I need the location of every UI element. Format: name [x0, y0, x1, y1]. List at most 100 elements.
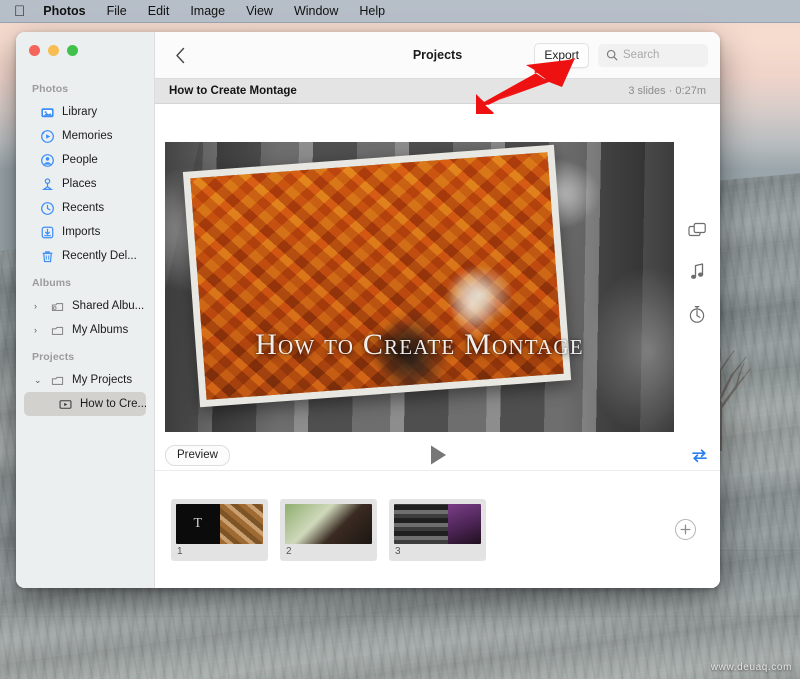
sidebar: Photos Library Memories People Places Re…: [16, 32, 155, 588]
sidebar-item-memories[interactable]: Memories: [24, 124, 146, 148]
project-title: How to Create Montage: [169, 85, 297, 97]
add-circle-icon: [680, 524, 691, 535]
sidebar-item-label: Places: [62, 178, 97, 190]
watermark: www.deuaq.com: [710, 662, 792, 673]
export-button[interactable]: Export: [534, 42, 589, 68]
slide-photo-panel: [285, 503, 372, 544]
slide-title-panel: T: [176, 503, 220, 544]
menu-item-edit[interactable]: Edit: [148, 4, 170, 18]
slide-thumbnail: T: [176, 503, 263, 544]
slide-photo-panel: [447, 503, 481, 544]
slide-photo-panel: [219, 503, 263, 544]
list-item[interactable]: 3: [389, 498, 486, 561]
menu-item-view[interactable]: View: [246, 4, 273, 18]
slide-number: 1: [177, 545, 183, 557]
menu-item-help[interactable]: Help: [359, 4, 385, 18]
menu-item-image[interactable]: Image: [190, 4, 225, 18]
zoom-button[interactable]: [67, 45, 78, 56]
slide-thumbnail: [285, 503, 372, 544]
stage: How to Create Montage Preview T 1 2 3: [155, 104, 720, 588]
play-button[interactable]: [425, 442, 451, 468]
window-controls: [29, 45, 78, 56]
chevron-left-icon: [175, 47, 184, 63]
rock-ledge: [0, 614, 800, 617]
play-icon: [430, 445, 446, 465]
search-input[interactable]: Search: [598, 43, 708, 67]
loop-button[interactable]: [688, 444, 710, 466]
sidebar-item-places[interactable]: Places: [24, 172, 146, 196]
preview-photo-frame: [182, 144, 572, 408]
project-header-bar: How to Create Montage 3 slides · 0:27m: [155, 78, 720, 104]
sidebar-item-label: Imports: [62, 226, 101, 238]
project-meta: 3 slides · 0:27m: [628, 85, 706, 97]
photos-window: Photos Library Memories People Places Re…: [16, 32, 720, 588]
chevron-down-icon[interactable]: ⌄: [34, 375, 43, 385]
sidebar-item-my-projects[interactable]: ⌄ My Projects: [24, 368, 146, 392]
sidebar-item-label: My Albums: [72, 324, 129, 336]
slide-number: 3: [395, 545, 401, 557]
imports-download-icon: [41, 226, 54, 238]
sidebar-item-imports[interactable]: Imports: [24, 220, 146, 244]
desktop:  Photos File Edit Image View Window Hel…: [0, 0, 800, 679]
inspector-rail: [680, 219, 714, 325]
sidebar-item-my-albums[interactable]: › My Albums: [24, 318, 146, 342]
add-slide-button[interactable]: [675, 519, 696, 540]
slide-thumbnail: [394, 503, 481, 544]
toolbar: Projects Export Search: [155, 32, 720, 78]
sidebar-item-label: Recents: [62, 202, 105, 214]
back-button[interactable]: [167, 42, 193, 68]
sidebar-item-label: My Projects: [72, 374, 133, 386]
loop-repeat-icon: [691, 448, 707, 462]
sidebar-item-library[interactable]: Library: [24, 100, 146, 124]
library-icon: [41, 107, 54, 117]
sidebar-item-shared-albums[interactable]: › Shared Albu...: [24, 294, 146, 318]
album-folder-icon: [51, 326, 64, 335]
shared-album-icon: [51, 302, 64, 311]
preview-overlay-title: How to Create Montage: [255, 328, 584, 361]
sidebar-item-label: How to Cre...: [80, 398, 148, 410]
slides-duplicate-icon[interactable]: [686, 219, 708, 241]
recents-clock-icon: [41, 201, 54, 215]
preview-button[interactable]: Preview: [165, 444, 230, 466]
sidebar-group-photos-title: Photos: [32, 83, 69, 95]
sidebar-item-recently-deleted[interactable]: Recently Del...: [24, 244, 146, 268]
sidebar-item-how-to-create-montage[interactable]: How to Cre...: [24, 392, 148, 416]
sidebar-item-people[interactable]: People: [24, 148, 146, 172]
menu-bar:  Photos File Edit Image View Window Hel…: [0, 0, 800, 23]
music-note-icon[interactable]: [686, 261, 708, 283]
chevron-right-icon[interactable]: ›: [34, 325, 43, 335]
memories-icon: [41, 129, 54, 143]
search-placeholder: Search: [623, 49, 660, 61]
sidebar-item-recents[interactable]: Recents: [24, 196, 146, 220]
slide-photo-panel: [394, 503, 448, 544]
close-button[interactable]: [29, 45, 40, 56]
transport-controls: Preview: [165, 438, 710, 472]
sidebar-item-label: People: [62, 154, 98, 166]
search-icon: [606, 49, 618, 61]
sidebar-group-albums-title: Albums: [32, 277, 72, 289]
sidebar-item-label: Library: [62, 106, 98, 118]
people-icon: [41, 153, 54, 167]
menu-item-window[interactable]: Window: [294, 4, 338, 18]
menu-item-file[interactable]: File: [107, 4, 127, 18]
sidebar-item-label: Recently Del...: [62, 250, 137, 262]
menu-item-photos[interactable]: Photos: [43, 4, 85, 18]
sidebar-item-label: Memories: [62, 130, 113, 142]
apple-logo-icon[interactable]: : [14, 4, 25, 19]
slideshow-icon: [59, 399, 72, 409]
trash-icon: [42, 250, 53, 262]
album-folder-icon: [51, 376, 64, 385]
sidebar-group-projects-title: Projects: [32, 351, 75, 363]
filmstrip: T 1 2 3: [155, 470, 720, 588]
slideshow-preview[interactable]: How to Create Montage: [165, 142, 674, 432]
places-icon: [41, 177, 54, 190]
list-item[interactable]: 2: [280, 498, 377, 561]
minimize-button[interactable]: [48, 45, 59, 56]
preview-photo: [190, 152, 564, 400]
chevron-right-icon[interactable]: ›: [34, 301, 43, 311]
toolbar-actions: Export Search: [534, 42, 708, 68]
list-item[interactable]: T 1: [171, 498, 268, 561]
timer-icon[interactable]: [686, 303, 708, 325]
main-content: Projects Export Search How to Create Mon…: [155, 32, 720, 588]
sidebar-item-label: Shared Albu...: [72, 300, 145, 312]
